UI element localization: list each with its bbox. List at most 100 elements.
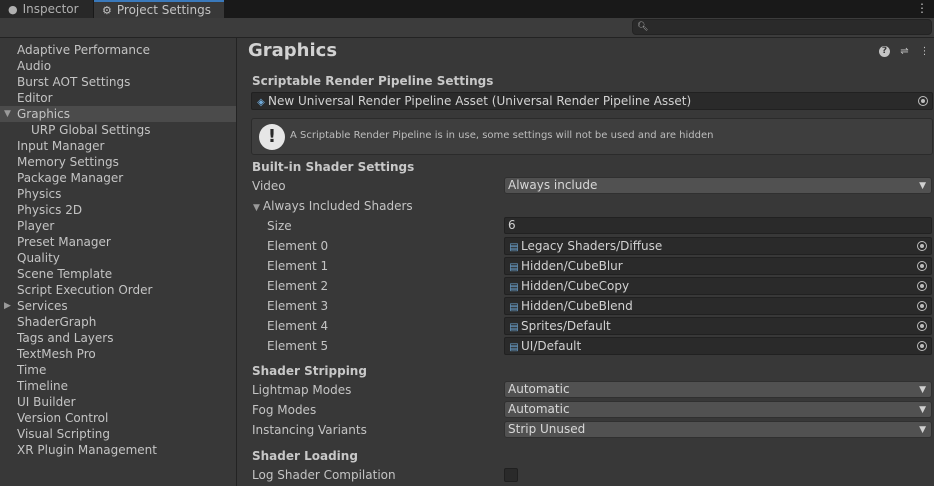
sidebar-item-scene-template[interactable]: Scene Template [0,266,236,282]
tab-bar: ● Inspector ⚙ Project Settings ⋮ [0,0,934,18]
lightmap-modes-dropdown[interactable]: Automatic ▼ [504,381,932,398]
sidebar-item-physics-2d[interactable]: Physics 2D [0,202,236,218]
expanded-arrow-icon: ▼ [253,203,260,213]
sidebar-item-package-manager[interactable]: Package Manager [0,170,236,186]
instancing-variants-value: Strip Unused [508,422,586,436]
object-picker-icon[interactable] [917,261,927,271]
sidebar-item-label: Audio [17,59,52,73]
sidebar-item-urp-global-settings[interactable]: URP Global Settings [0,122,236,138]
video-dropdown[interactable]: Always include ▼ [504,177,932,194]
render-pipeline-asset-value: New Universal Render Pipeline Asset (Uni… [268,94,692,108]
element-5-field[interactable]: ▤ UI/Default [504,337,932,355]
search-input[interactable]: 🔍︎ [632,19,932,35]
srp-warning-text: A Scriptable Render Pipeline is in use, … [290,130,714,141]
element-4-label: Element 4 [267,319,329,333]
presets-icon[interactable]: ⇌ [898,45,911,58]
sidebar-item-editor[interactable]: Editor [0,90,236,106]
sidebar-item-services[interactable]: ▶ Services [0,298,236,314]
sidebar-item-preset-manager[interactable]: Preset Manager [0,234,236,250]
fog-modes-value: Automatic [508,402,570,416]
collapsed-arrow-icon[interactable]: ▶ [4,298,11,314]
lightmap-modes-value: Automatic [508,382,570,396]
tab-inspector-label: Inspector [22,2,79,16]
sidebar-item-input-manager[interactable]: Input Manager [0,138,236,154]
object-picker-icon[interactable] [917,241,927,251]
sidebar-item-ui-builder[interactable]: UI Builder [0,394,236,410]
sidebar-item-label: Physics 2D [17,203,83,217]
instancing-variants-dropdown[interactable]: Strip Unused ▼ [504,421,932,438]
element-0-value: Legacy Shaders/Diffuse [521,239,663,253]
shader-icon: ▤ [509,342,519,353]
page-title: Graphics [248,40,338,61]
size-input[interactable]: 6 [504,217,932,234]
object-picker-icon[interactable] [918,96,928,106]
sidebar-item-quality[interactable]: Quality [0,250,236,266]
object-picker-icon[interactable] [917,341,927,351]
element-4-field[interactable]: ▤ Sprites/Default [504,317,932,335]
object-picker-icon[interactable] [917,321,927,331]
sidebar-item-label: XR Plugin Management [17,443,157,457]
sidebar-item-label: Physics [17,187,62,201]
sidebar-item-timeline[interactable]: Timeline [0,378,236,394]
help-icon[interactable]: ? [879,46,890,57]
sidebar-item-label: UI Builder [17,395,76,409]
tab-inspector[interactable]: ● Inspector [0,0,93,18]
element-2-field[interactable]: ▤ Hidden/CubeCopy [504,277,932,295]
instancing-variants-label: Instancing Variants [252,423,367,437]
sidebar-item-label: Services [17,299,68,313]
always-included-shaders-foldout[interactable]: ▼ Always Included Shaders [253,199,413,213]
sidebar-item-label: Editor [17,91,53,105]
sidebar-item-label: Quality [17,251,60,265]
sidebar-item-audio[interactable]: Audio [0,58,236,74]
sidebar-item-label: Adaptive Performance [17,43,150,57]
sidebar-item-physics[interactable]: Physics [0,186,236,202]
sidebar-item-label: ShaderGraph [17,315,97,329]
log-shader-compilation-checkbox[interactable] [504,468,518,482]
element-5-value: UI/Default [521,339,582,353]
sidebar-item-textmesh-pro[interactable]: TextMesh Pro [0,346,236,362]
sidebar-item-label: Timeline [17,379,69,393]
sidebar-item-graphics[interactable]: ▼ Graphics [0,106,236,122]
element-0-field[interactable]: ▤ Legacy Shaders/Diffuse [504,237,932,255]
warning-icon: ! [259,124,285,150]
tab-project-settings-label: Project Settings [116,3,211,17]
sidebar-item-version-control[interactable]: Version Control [0,410,236,426]
render-pipeline-asset-icon: ◈ [257,97,265,108]
shader-icon: ▤ [509,282,519,293]
object-picker-icon[interactable] [917,281,927,291]
sidebar-item-tags-and-layers[interactable]: Tags and Layers [0,330,236,346]
video-label: Video [252,179,286,193]
sidebar-item-label: Memory Settings [17,155,119,169]
lightmap-modes-label: Lightmap Modes [252,383,352,397]
element-1-field[interactable]: ▤ Hidden/CubeBlur [504,257,932,275]
shader-stripping-section-heading: Shader Stripping [252,364,367,378]
shader-icon: ▤ [509,242,519,253]
builtin-shader-section-heading: Built-in Shader Settings [252,160,415,174]
sidebar-item-shadergraph[interactable]: ShaderGraph [0,314,236,330]
element-5-label: Element 5 [267,339,329,353]
sidebar-item-label: Visual Scripting [17,427,110,441]
sidebar-item-adaptive-performance[interactable]: Adaptive Performance [0,42,236,58]
sidebar-item-visual-scripting[interactable]: Visual Scripting [0,426,236,442]
tab-project-settings[interactable]: ⚙ Project Settings [94,0,224,18]
more-icon[interactable]: ⋮ [918,45,931,58]
object-picker-icon[interactable] [917,301,927,311]
sidebar-item-label: TextMesh Pro [17,347,96,361]
sidebar-item-time[interactable]: Time [0,362,236,378]
sidebar-item-label: Version Control [17,411,109,425]
size-label: Size [267,219,292,233]
sidebar-item-memory-settings[interactable]: Memory Settings [0,154,236,170]
sidebar-item-burst-aot-settings[interactable]: Burst AOT Settings [0,74,236,90]
sidebar-item-xr-plugin-management[interactable]: XR Plugin Management [0,442,236,458]
expanded-arrow-icon[interactable]: ▼ [4,106,11,122]
element-3-field[interactable]: ▤ Hidden/CubeBlend [504,297,932,315]
fog-modes-dropdown[interactable]: Automatic ▼ [504,401,932,418]
render-pipeline-asset-field[interactable]: ◈ New Universal Render Pipeline Asset (Un… [251,92,933,110]
video-dropdown-value: Always include [508,178,598,192]
shader-icon: ▤ [509,302,519,313]
sidebar-item-player[interactable]: Player [0,218,236,234]
sidebar-item-script-execution-order[interactable]: Script Execution Order [0,282,236,298]
element-1-value: Hidden/CubeBlur [521,259,623,273]
kebab-menu-icon[interactable]: ⋮ [916,0,928,16]
search-icon: 🔍︎ [637,22,649,32]
